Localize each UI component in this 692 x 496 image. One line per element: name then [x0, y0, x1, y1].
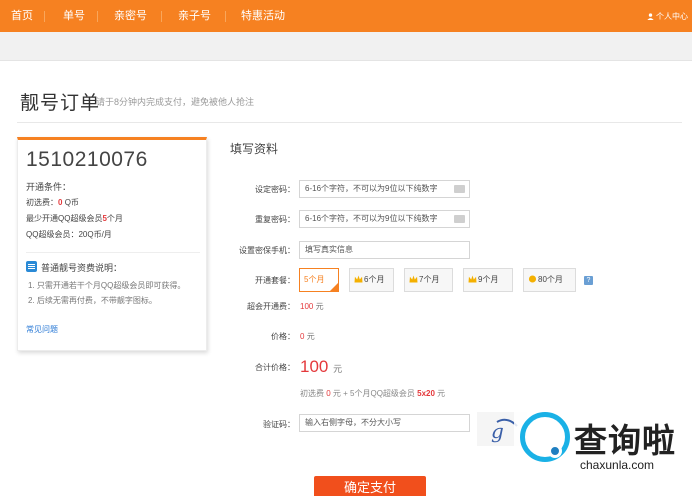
- magnifier-logo-icon: [520, 412, 570, 462]
- fee-help-title: 普通靓号资费说明：: [41, 263, 123, 273]
- price-unit: 元: [306, 332, 315, 341]
- package-option-6-months[interactable]: 6个月: [349, 268, 394, 292]
- price-label: 价格：: [271, 332, 295, 341]
- crown-icon: [354, 275, 363, 283]
- breakdown-text: 元 + 5个月QQ超级会员: [330, 389, 418, 398]
- help-icon[interactable]: ?: [584, 276, 593, 285]
- member-price: QQ超级会员：20Q币/月: [26, 230, 112, 239]
- faq-link[interactable]: 常见问题: [26, 324, 58, 335]
- total-unit: 元: [333, 364, 343, 374]
- package-option-5-months[interactable]: 5个月: [299, 268, 339, 292]
- selection-fee-value: 0: [58, 198, 63, 207]
- phone-placeholder: 填写真实信息: [305, 245, 353, 254]
- top-nav: 首页 单号 亲密号 亲子号 特惠活动 个人中心: [0, 0, 692, 32]
- password-input[interactable]: 6-16个字符，不可以为9位以下纯数字: [299, 180, 470, 198]
- logo-dot: [548, 444, 562, 458]
- member-fee-amount: 100: [300, 302, 314, 311]
- form-title: 填写资料: [230, 142, 279, 156]
- watermark-domain: chaxunla.com: [580, 458, 655, 472]
- fee-help-line: 2. 后续无需再付费，不带靓字图标。: [28, 296, 157, 305]
- package-option-label: 5个月: [304, 275, 325, 284]
- captcha-label: 验证码：: [263, 420, 295, 429]
- minimum-months-prefix: 最少开通QQ超级会员: [26, 214, 103, 223]
- nav-promotions[interactable]: 特惠活动: [241, 9, 285, 23]
- qq-number: 1510210076: [26, 148, 148, 171]
- user-icon: [647, 13, 654, 20]
- crown-icon: [468, 275, 477, 283]
- price-breakdown: 初选费 0 元 + 5个月QQ超级会员 5x20 元: [300, 388, 445, 399]
- keyboard-icon[interactable]: [454, 185, 465, 193]
- nav-family-number[interactable]: 亲子号: [178, 9, 211, 23]
- nav-couple-number[interactable]: 亲密号: [114, 9, 147, 23]
- selection-fee-label: 初选费：: [26, 198, 58, 207]
- minimum-months: 最少开通QQ超级会员5个月: [26, 213, 123, 224]
- package-option-9-months[interactable]: 9个月: [463, 268, 513, 292]
- keyboard-icon[interactable]: [454, 215, 465, 223]
- sub-bar: [0, 32, 692, 61]
- password-placeholder: 6-16个字符，不可以为9位以下纯数字: [305, 184, 438, 193]
- member-fee-label: 超会开通费：: [247, 302, 295, 311]
- member-fee-unit: 元: [315, 302, 324, 311]
- confirm-password-label: 重复密码：: [255, 215, 295, 224]
- list-icon: [26, 261, 37, 272]
- confirm-password-input[interactable]: 6-16个字符，不可以为9位以下纯数字: [299, 210, 470, 228]
- nav-separator: [44, 11, 45, 22]
- crown-icon: [409, 275, 418, 283]
- package-option-label: 9个月: [478, 275, 499, 284]
- nav-separator: [225, 11, 226, 22]
- total-amount: 100: [300, 357, 329, 376]
- nav-separator: [97, 11, 98, 22]
- breakdown-member-calc: 5x20: [417, 389, 435, 398]
- package-option-7-months[interactable]: 7个月: [404, 268, 453, 292]
- price-value: 0 元: [300, 331, 315, 342]
- package-option-label: 80个月: [538, 275, 563, 284]
- page-subtitle: 请于8分钟内完成支付，避免被他人抢注: [96, 97, 255, 107]
- phone-label: 设置密保手机：: [239, 246, 295, 255]
- member-fee-value: 100 元: [300, 301, 324, 312]
- total-price: 100 元: [300, 357, 342, 377]
- nav-separator: [161, 11, 162, 22]
- nav-home[interactable]: 首页: [11, 9, 33, 23]
- password-label: 设定密码：: [255, 185, 295, 194]
- confirm-password-placeholder: 6-16个字符，不可以为9位以下纯数字: [305, 214, 438, 223]
- watermark: 查询啦 chaxunla.com: [514, 408, 692, 476]
- price-amount: 0: [300, 332, 305, 341]
- account-link[interactable]: 个人中心: [647, 11, 688, 22]
- package-option-label: 7个月: [419, 275, 440, 284]
- nav-single-number[interactable]: 单号: [63, 9, 85, 23]
- title-divider: [17, 122, 682, 123]
- confirm-pay-button[interactable]: 确定支付: [314, 476, 426, 496]
- package-option-label: 6个月: [364, 275, 385, 284]
- sun-badge-icon: [528, 275, 537, 283]
- captcha-placeholder: 输入右侧字母，不分大小写: [305, 418, 401, 427]
- selection-fee: 初选费：0 Q币: [26, 197, 79, 208]
- breakdown-text: 初选费: [300, 389, 327, 398]
- phone-input[interactable]: 填写真实信息: [299, 241, 470, 259]
- captcha-input[interactable]: 输入右侧字母，不分大小写: [299, 414, 470, 432]
- card-divider: [26, 252, 200, 253]
- selection-fee-unit: Q币: [64, 198, 79, 207]
- package-label: 开通套餐：: [255, 276, 295, 285]
- minimum-months-suffix: 个月: [106, 214, 123, 223]
- number-card: 1510210076 开通条件： 初选费：0 Q币 最少开通QQ超级会员5个月 …: [17, 137, 207, 351]
- package-option-80-months[interactable]: 80个月: [523, 268, 576, 292]
- account-label: 个人中心: [656, 12, 688, 21]
- fee-help-line: 1. 只需开通若干个月QQ超级会员即可获得。: [28, 281, 186, 290]
- total-label: 合计价格：: [255, 363, 295, 372]
- conditions-title: 开通条件：: [26, 182, 72, 192]
- breakdown-text: 元: [434, 389, 446, 398]
- watermark-brand: 查询啦: [574, 422, 676, 459]
- page-title: 靓号订单: [20, 93, 101, 114]
